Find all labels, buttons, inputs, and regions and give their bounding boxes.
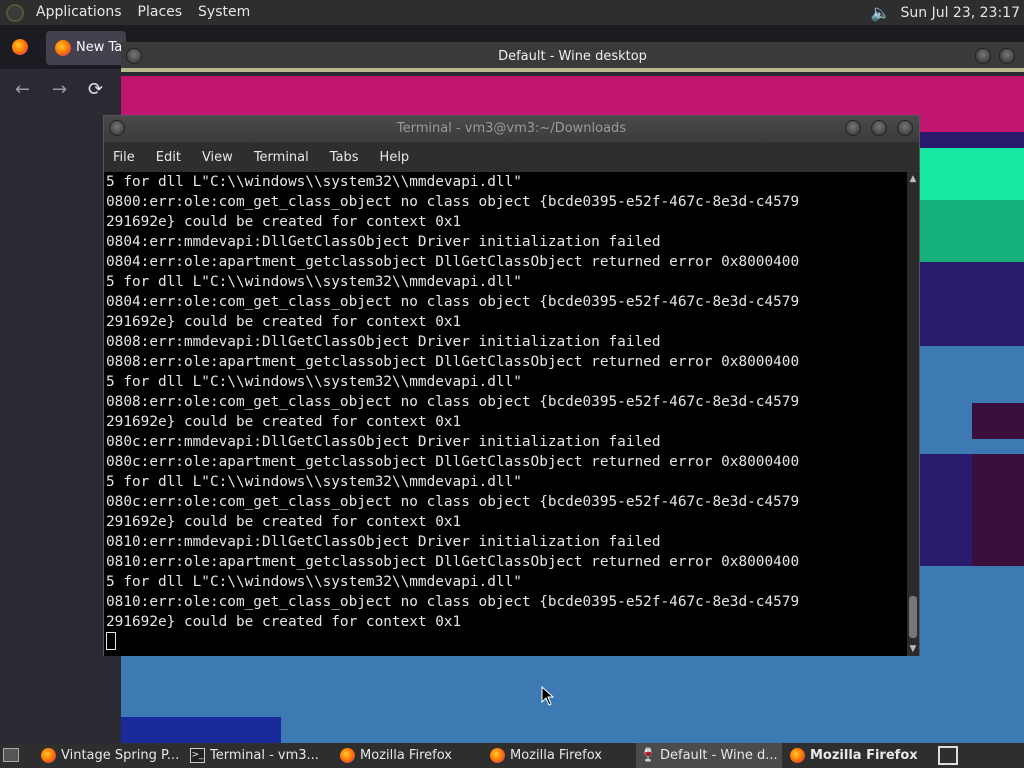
terminal-line: 0810:err:ole:apartment_getclassobject Dl…	[106, 554, 800, 570]
wine-title: Default - Wine desktop	[498, 49, 647, 64]
menu-file[interactable]: File	[113, 150, 135, 165]
terminal-line: 291692e} could be created for context 0x…	[106, 414, 462, 430]
terminal-window: Terminal - vm3@vm3:~/Downloads File Edit…	[103, 115, 920, 656]
top-panel: Applications Places System 🔈 Sun Jul 23,…	[0, 0, 1024, 25]
terminal-line: 0810:err:ole:com_get_class_object no cla…	[106, 594, 800, 610]
thumbnail-block	[121, 717, 281, 743]
minimize-button[interactable]	[975, 48, 991, 64]
scrollbar-thumb[interactable]	[909, 596, 917, 638]
task-firefox-1[interactable]: Mozilla Firefox	[336, 743, 482, 768]
speaker-icon[interactable]: 🔈	[871, 3, 891, 22]
scroll-down-icon[interactable]: ▼	[908, 644, 918, 654]
task-terminal[interactable]: >_ Terminal - vm3...	[186, 743, 332, 768]
minimize-button[interactable]	[845, 120, 861, 136]
maroon-block	[972, 403, 1024, 439]
task-firefox-2[interactable]: Mozilla Firefox	[486, 743, 632, 768]
terminal-line: 291692e} could be created for context 0x…	[106, 514, 462, 530]
terminal-line: 0804:err:mmdevapi:DllGetClassObject Driv…	[106, 234, 661, 250]
terminal-prompt-line	[106, 632, 907, 652]
terminal-line: 5 for dll L"C:\\windows\\system32\\mmdev…	[106, 374, 522, 390]
mouse-pointer-icon	[541, 686, 555, 706]
menu-view[interactable]: View	[202, 150, 233, 165]
places-menu[interactable]: Places	[130, 0, 191, 25]
scroll-up-icon[interactable]: ▲	[908, 174, 918, 184]
terminal-line: 0810:err:mmdevapi:DllGetClassObject Driv…	[106, 534, 661, 550]
bottom-taskbar: Vintage Spring P... >_ Terminal - vm3...…	[0, 743, 1024, 768]
task-wine-desktop[interactable]: 🍷 Default - Wine d...	[636, 743, 782, 768]
maroon-lower-block	[972, 454, 1024, 566]
clock[interactable]: Sun Jul 23, 23:17	[901, 5, 1021, 21]
task-vintage-spring[interactable]: Vintage Spring P...	[37, 743, 183, 768]
firefox-icon[interactable]	[12, 39, 28, 55]
window-menu-button[interactable]	[109, 120, 125, 136]
wine-icon: 🍷	[640, 748, 657, 763]
terminal-line: 0800:err:ole:com_get_class_object no cla…	[106, 194, 800, 210]
terminal-line: 0808:err:ole:com_get_class_object no cla…	[106, 394, 800, 410]
wine-titlebar[interactable]: Default - Wine desktop	[121, 42, 1024, 72]
task-label: Vintage Spring P...	[61, 748, 180, 763]
firefox-icon	[41, 748, 56, 763]
terminal-scrollbar[interactable]: ▲ ▼	[907, 172, 919, 656]
maximize-button[interactable]	[871, 120, 887, 136]
tab-label: New Ta	[76, 40, 123, 55]
distro-logo-icon[interactable]	[6, 3, 24, 22]
terminal-line: 0808:err:ole:apartment_getclassobject Dl…	[106, 354, 800, 370]
menu-terminal[interactable]: Terminal	[254, 150, 309, 165]
menu-tabs[interactable]: Tabs	[330, 150, 359, 165]
task-label: Default - Wine d...	[660, 748, 778, 763]
terminal-line: 5 for dll L"C:\\windows\\system32\\mmdev…	[106, 174, 522, 190]
terminal-line: 080c:err:ole:com_get_class_object no cla…	[106, 494, 800, 510]
maximize-button[interactable]	[999, 48, 1015, 64]
firefox-icon	[340, 748, 355, 763]
back-arrow-icon[interactable]: ←	[15, 79, 30, 100]
terminal-line: 080c:err:mmdevapi:DllGetClassObject Driv…	[106, 434, 661, 450]
text-cursor	[106, 632, 116, 650]
terminal-output[interactable]: 5 for dll L"C:\\windows\\system32\\mmdev…	[104, 172, 907, 656]
terminal-line: 5 for dll L"C:\\windows\\system32\\mmdev…	[106, 474, 522, 490]
task-label: Mozilla Firefox	[360, 748, 452, 763]
applications-menu[interactable]: Applications	[28, 0, 130, 25]
task-label: Mozilla Firefox	[810, 748, 918, 763]
task-label: Mozilla Firefox	[510, 748, 602, 763]
terminal-line: 080c:err:ole:apartment_getclassobject Dl…	[106, 454, 800, 470]
workspace-switcher[interactable]	[938, 746, 958, 765]
firefox-icon	[55, 40, 71, 56]
terminal-line: 0804:err:ole:apartment_getclassobject Dl…	[106, 254, 800, 270]
window-menu-button[interactable]	[126, 48, 142, 64]
task-label: Terminal - vm3...	[210, 748, 319, 763]
terminal-line: 0804:err:ole:com_get_class_object no cla…	[106, 294, 800, 310]
system-menu[interactable]: System	[190, 0, 258, 25]
terminal-icon: >_	[190, 748, 205, 763]
terminal-menubar: File Edit View Terminal Tabs Help	[104, 142, 919, 172]
forward-arrow-icon[interactable]: →	[52, 79, 67, 100]
firefox-icon	[790, 748, 805, 763]
terminal-line: 5 for dll L"C:\\windows\\system32\\mmdev…	[106, 574, 522, 590]
terminal-title: Terminal - vm3@vm3:~/Downloads	[396, 121, 627, 136]
menu-edit[interactable]: Edit	[156, 150, 181, 165]
task-firefox-3[interactable]: Mozilla Firefox	[786, 743, 932, 768]
terminal-line: 291692e} could be created for context 0x…	[106, 314, 462, 330]
menu-help[interactable]: Help	[380, 150, 410, 165]
show-desktop-icon[interactable]	[3, 748, 19, 762]
close-button[interactable]	[897, 120, 913, 136]
firefox-icon	[490, 748, 505, 763]
terminal-line: 291692e} could be created for context 0x…	[106, 214, 462, 230]
tab-new-tab[interactable]: New Ta	[46, 31, 126, 65]
terminal-titlebar[interactable]: Terminal - vm3@vm3:~/Downloads	[104, 116, 919, 142]
reload-icon[interactable]: ⟳	[88, 79, 103, 100]
terminal-line: 291692e} could be created for context 0x…	[106, 614, 462, 630]
terminal-line: 0808:err:mmdevapi:DllGetClassObject Driv…	[106, 334, 661, 350]
terminal-line: 5 for dll L"C:\\windows\\system32\\mmdev…	[106, 274, 522, 290]
